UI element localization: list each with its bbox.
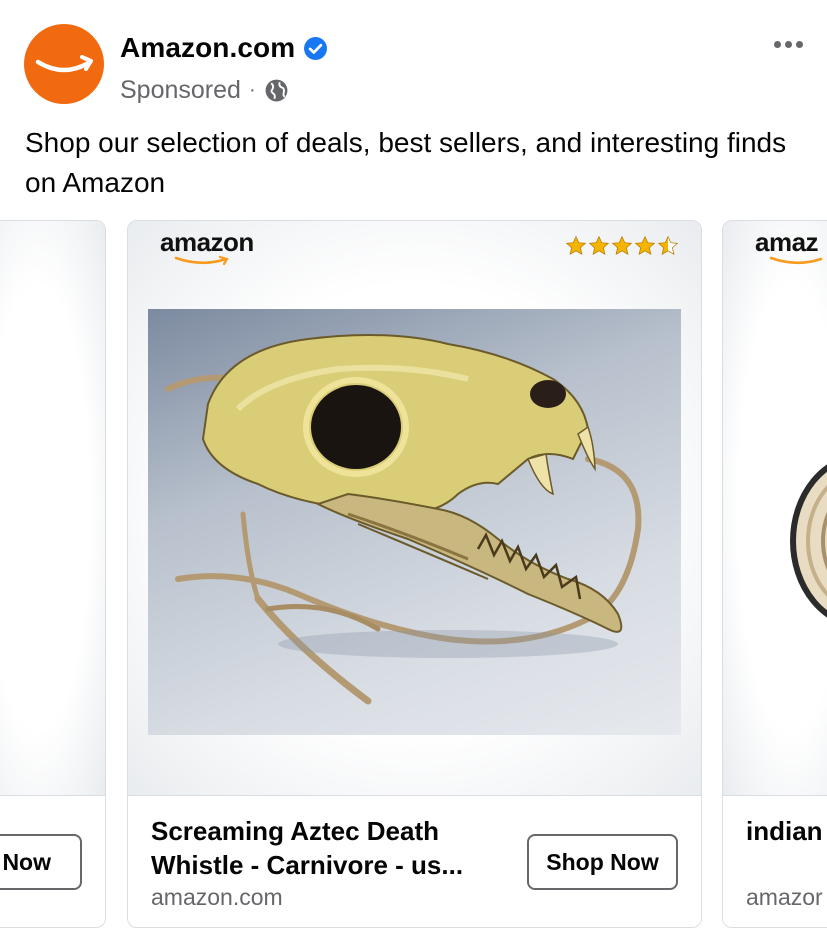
globe-icon bbox=[265, 79, 288, 102]
amazon-logo: amazon bbox=[160, 227, 254, 266]
half-star-icon bbox=[657, 235, 679, 255]
product-domain: amazor bbox=[746, 884, 823, 910]
product-title[interactable]: indian desert bbox=[746, 814, 827, 848]
verified-badge-icon bbox=[304, 36, 328, 60]
product-carousel[interactable]: p Now amazon bbox=[0, 220, 827, 930]
card-media bbox=[0, 221, 105, 796]
page-avatar[interactable] bbox=[24, 24, 104, 104]
page-name[interactable]: Amazon.com bbox=[120, 32, 295, 64]
card-footer: Screaming Aztec Death Whistle - Carnivor… bbox=[128, 796, 701, 927]
star-icon bbox=[588, 235, 610, 255]
product-image[interactable] bbox=[148, 309, 681, 735]
card-media: amaz bbox=[723, 221, 827, 796]
amazon-logo-text: amaz bbox=[755, 227, 819, 257]
shop-now-button[interactable]: Shop Now bbox=[527, 834, 678, 890]
product-domain: amazon.com bbox=[151, 884, 283, 910]
star-icon bbox=[634, 235, 656, 255]
amazon-logo-text: amazon bbox=[160, 227, 254, 257]
post-caption: Shop our selection of deals, best seller… bbox=[25, 127, 787, 198]
product-title[interactable]: Screaming Aztec Death Whistle - Carnivor… bbox=[151, 814, 511, 882]
carousel-card-current[interactable]: amazon Screaming Aztec Death Whistle - C… bbox=[127, 220, 702, 928]
product-image[interactable] bbox=[783, 441, 827, 641]
amazon-smile-icon bbox=[35, 55, 93, 73]
card-footer: indian desert amazor bbox=[723, 796, 827, 927]
amazon-logo: amaz bbox=[755, 227, 823, 265]
card-footer: p Now bbox=[0, 796, 105, 927]
carousel-card-previous[interactable]: p Now bbox=[0, 220, 106, 928]
post-meta: Sponsored · bbox=[120, 76, 289, 105]
shop-now-button[interactable]: p Now bbox=[0, 834, 82, 890]
amazon-smile-icon bbox=[174, 255, 229, 266]
card-media: amazon bbox=[128, 221, 701, 796]
sponsored-label[interactable]: Sponsored bbox=[120, 76, 241, 105]
meta-separator: · bbox=[248, 79, 256, 101]
skull-whistle-illustration bbox=[165, 334, 642, 705]
carousel-card-next[interactable]: amaz indian desert amazor bbox=[722, 220, 827, 928]
post-header: Amazon.com Sponsored · bbox=[0, 0, 827, 120]
more-options-icon[interactable] bbox=[768, 30, 808, 58]
amazon-smile-icon bbox=[769, 256, 823, 265]
page-name-row: Amazon.com bbox=[120, 32, 328, 64]
star-icon bbox=[611, 235, 633, 255]
star-icon bbox=[565, 235, 587, 255]
star-rating bbox=[565, 235, 679, 257]
